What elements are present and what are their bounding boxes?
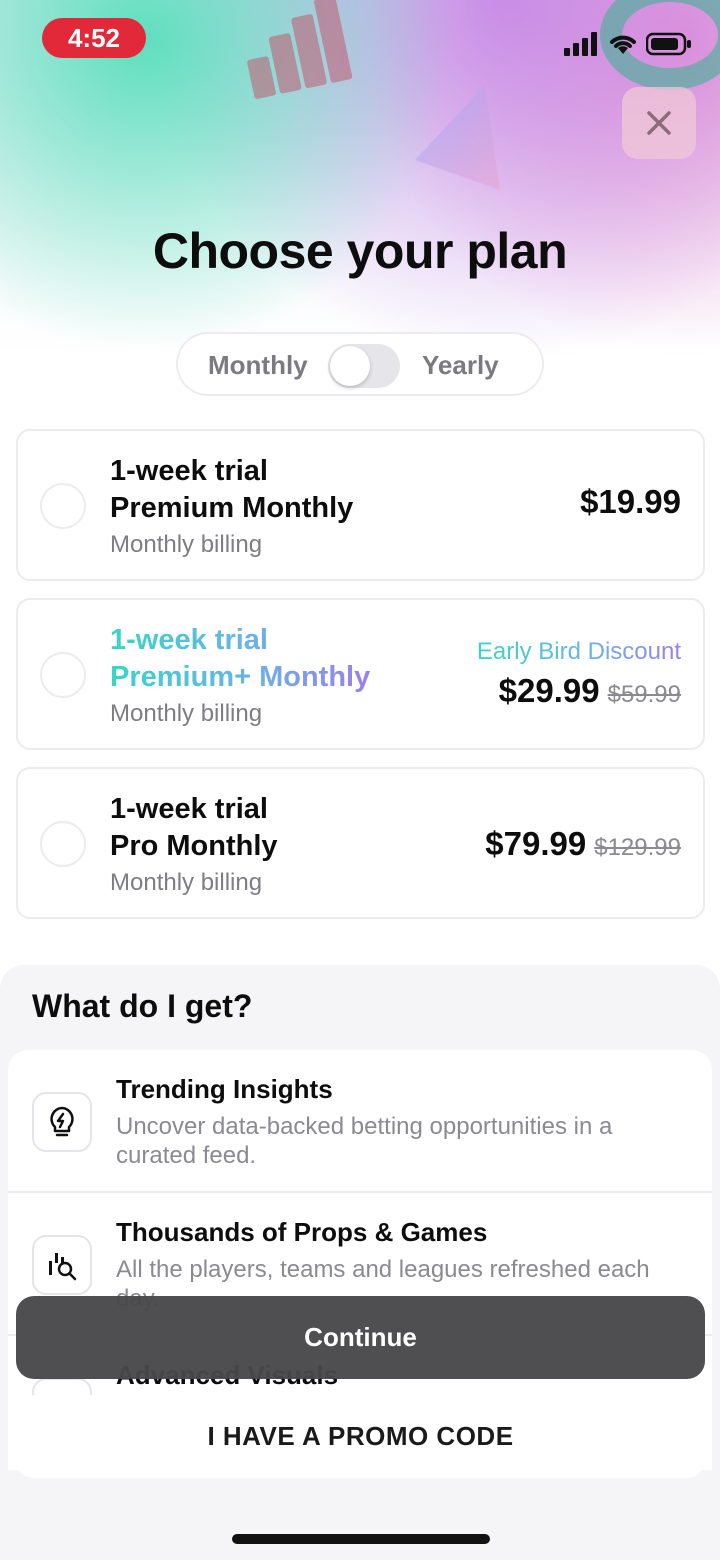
billing-period-toggle[interactable]: Monthly Yearly bbox=[176, 332, 544, 396]
plan-name: Premium+ Monthly bbox=[110, 659, 370, 696]
plan-price: $79.99 bbox=[485, 825, 587, 862]
plan-radio[interactable] bbox=[40, 652, 86, 698]
plan-billing: Monthly billing bbox=[110, 700, 263, 727]
toggle-label-yearly[interactable]: Yearly bbox=[422, 350, 499, 381]
benefit-description: Uncover data-backed betting opportunitie… bbox=[116, 1113, 613, 1169]
close-button[interactable] bbox=[622, 87, 696, 159]
plan-trial-label: 1-week trial bbox=[110, 793, 268, 825]
plan-card-premium-plus-monthly[interactable]: 1-week trial Premium+ Monthly Monthly bi… bbox=[16, 598, 705, 750]
plan-price: $19.99 bbox=[580, 483, 681, 520]
plan-trial-label: 1-week trial bbox=[110, 622, 370, 659]
close-icon bbox=[647, 111, 671, 135]
chart-search-icon bbox=[32, 1235, 92, 1295]
benefit-title: Thousands of Props & Games bbox=[116, 1217, 488, 1247]
status-icons bbox=[564, 30, 692, 58]
plan-billing: Monthly billing bbox=[110, 869, 263, 896]
battery-icon bbox=[646, 32, 691, 56]
benefits-title: What do I get? bbox=[32, 988, 253, 1024]
plan-name: Premium Monthly bbox=[110, 492, 354, 524]
plan-name: Pro Monthly bbox=[110, 830, 278, 862]
continue-button[interactable]: Continue bbox=[16, 1296, 705, 1379]
benefit-title: Trending Insights bbox=[116, 1074, 333, 1104]
plan-card-pro-monthly[interactable]: 1-week trial Pro Monthly Monthly billing… bbox=[16, 767, 705, 919]
plan-price: $29.99 bbox=[498, 672, 600, 709]
promo-code-button[interactable]: I HAVE A PROMO CODE bbox=[16, 1395, 705, 1478]
plan-price-area: Early Bird Discount $29.99 $59.99 bbox=[477, 638, 681, 710]
plan-original-price: $59.99 bbox=[607, 681, 681, 708]
signal-icon bbox=[564, 32, 597, 56]
plan-price-area: $79.99 $129.99 bbox=[485, 825, 681, 863]
billing-switch[interactable] bbox=[328, 344, 400, 388]
toggle-label-monthly[interactable]: Monthly bbox=[208, 350, 308, 381]
early-bird-badge: Early Bird Discount bbox=[476, 638, 681, 665]
decorative-cone-graphic bbox=[415, 85, 500, 190]
plan-original-price: $129.99 bbox=[594, 834, 681, 861]
plan-card-premium-monthly[interactable]: 1-week trial Premium Monthly Monthly bil… bbox=[16, 429, 705, 581]
home-indicator bbox=[232, 1534, 490, 1544]
status-time: 4:52 bbox=[42, 18, 146, 58]
page-title: Choose your plan bbox=[152, 223, 568, 279]
plan-radio[interactable] bbox=[40, 483, 86, 529]
plan-trial-label: 1-week trial bbox=[110, 455, 268, 487]
lightbulb-icon bbox=[32, 1092, 92, 1152]
switch-knob bbox=[330, 346, 370, 386]
paywall-screen: 4:52 Choose your plan Monthly Yearly 1-w… bbox=[0, 0, 720, 1560]
plan-billing: Monthly billing bbox=[110, 531, 263, 558]
benefit-item: Trending Insights Uncover data-backed be… bbox=[8, 1050, 712, 1193]
plan-price-area: $19.99 bbox=[580, 483, 681, 521]
wifi-icon bbox=[610, 35, 636, 54]
status-bar: 4:52 bbox=[0, 0, 720, 80]
plan-radio[interactable] bbox=[40, 821, 86, 867]
